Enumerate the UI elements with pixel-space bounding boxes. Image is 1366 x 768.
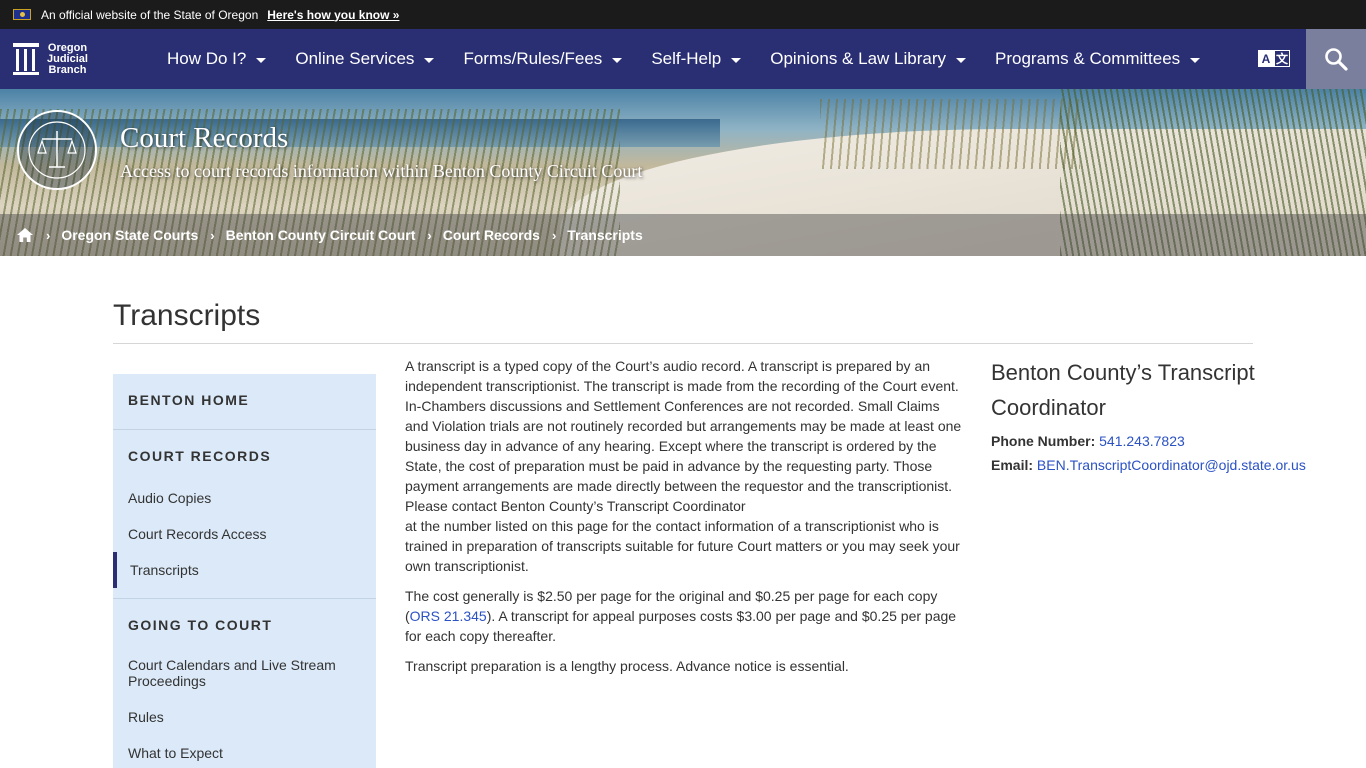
chevron-right-icon: › [46, 227, 51, 243]
breadcrumb-oregon-state-courts[interactable]: Oregon State Courts [61, 227, 198, 243]
caret-down-icon [731, 57, 742, 63]
nav-opinions-law-library[interactable]: Opinions & Law Library [770, 49, 966, 69]
sidebar-item-audio-copies[interactable]: Audio Copies [113, 488, 376, 508]
nav-menu: How Do I? Online Services Forms/Rules/Fe… [167, 49, 1229, 69]
official-text: An official website of the State of Oreg… [41, 7, 259, 22]
hero-banner: Court Records Access to court records in… [0, 89, 1366, 256]
home-icon[interactable] [16, 227, 34, 243]
breadcrumb: › Oregon State Courts › Benton County Ci… [0, 214, 1366, 256]
caret-down-icon [956, 57, 966, 63]
ors-link[interactable]: ORS 21.345 [410, 608, 487, 624]
nav-programs-committees[interactable]: Programs & Committees [995, 49, 1201, 69]
nav-self-help[interactable]: Self-Help [651, 49, 742, 69]
search-button[interactable] [1306, 29, 1366, 89]
judicial-department-seal-icon [17, 110, 97, 190]
chevron-right-icon: › [210, 227, 215, 243]
hero-title: Court Records [120, 122, 289, 154]
nav-online-services[interactable]: Online Services [295, 49, 435, 69]
caret-down-icon [424, 57, 435, 63]
sidebar-item-benton-home[interactable]: BENTON HOME [113, 392, 376, 408]
page-title: Transcripts [113, 299, 261, 332]
coordinator-heading: Benton County’s Transcript Coordinator [991, 360, 1255, 420]
nav-how-do-i[interactable]: How Do I? [167, 49, 267, 69]
breadcrumb-current: Transcripts [567, 227, 643, 243]
courthouse-pillar-icon [13, 43, 39, 75]
official-banner: An official website of the State of Oreg… [0, 0, 1366, 29]
divider [113, 343, 1253, 344]
chevron-right-icon: › [551, 227, 557, 243]
caret-down-icon [256, 57, 267, 63]
sidebar-heading-court-records[interactable]: COURT RECORDS [113, 448, 376, 464]
sidebar-item-court-calendars[interactable]: Court Calendars and Live Stream Proceedi… [113, 657, 376, 689]
phone-line: Phone Number: 541.243.7823 [991, 433, 1185, 449]
paragraph-notice: Transcript preparation is a lengthy proc… [405, 658, 849, 674]
logo-text: Oregon Judicial Branch [47, 41, 88, 76]
sidebar-item-transcripts[interactable]: Transcripts [113, 552, 376, 588]
caret-down-icon [612, 57, 623, 63]
how-you-know-link[interactable]: Here's how you know » [267, 8, 399, 22]
sidebar-item-what-to-expect[interactable]: What to Expect [113, 743, 376, 763]
paragraph-intro: A transcript is a typed copy of the Cour… [405, 358, 962, 574]
caret-down-icon [1190, 57, 1201, 63]
oregon-flag-icon [13, 9, 31, 20]
sidebar-nav: BENTON HOME COURT RECORDS Audio Copies C… [113, 374, 376, 768]
main-content: A transcript is a typed copy of the Cour… [405, 356, 965, 686]
email-line: Email: BEN.TranscriptCoordinator@ojd.sta… [991, 457, 1306, 473]
chevron-right-icon: › [427, 227, 432, 243]
hero-subtitle: Access to court records information with… [120, 161, 643, 181]
paragraph-cost: The cost generally is $2.50 per page for… [405, 588, 957, 644]
phone-link[interactable]: 541.243.7823 [1099, 433, 1185, 449]
contact-aside: Benton County’s Transcript Coordinator P… [991, 355, 1331, 473]
sidebar-heading-going-to-court[interactable]: GOING TO COURT [113, 617, 376, 633]
sidebar-item-rules[interactable]: Rules [113, 707, 376, 727]
ojd-logo[interactable]: Oregon Judicial Branch [13, 41, 163, 76]
email-link[interactable]: BEN.TranscriptCoordinator@ojd.state.or.u… [1037, 457, 1306, 473]
sidebar-item-court-records-access[interactable]: Court Records Access [113, 524, 376, 544]
breadcrumb-court-records[interactable]: Court Records [443, 227, 540, 243]
search-icon [1325, 48, 1348, 71]
nav-forms-rules-fees[interactable]: Forms/Rules/Fees [463, 49, 623, 69]
translate-icon[interactable]: A 文 [1258, 50, 1290, 67]
breadcrumb-benton-county[interactable]: Benton County Circuit Court [226, 227, 416, 243]
main-nav: Oregon Judicial Branch How Do I? Online … [0, 29, 1366, 89]
